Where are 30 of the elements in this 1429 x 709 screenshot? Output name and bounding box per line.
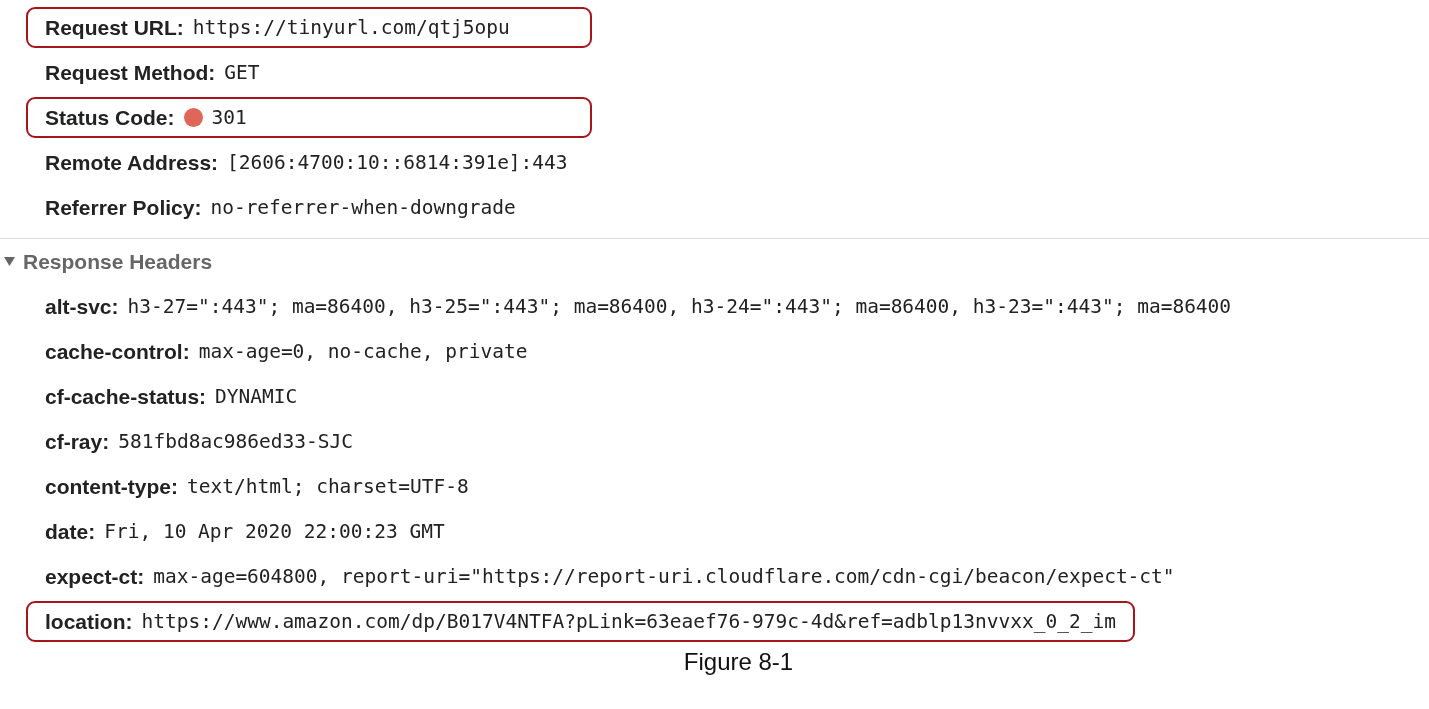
header-value: text/html; charset=UTF-8 [187, 475, 469, 498]
header-name: Remote Address: [45, 150, 219, 175]
header-value: 581fbd8ac986ed33-SJC [118, 430, 353, 453]
header-name: alt-svc: [45, 294, 119, 319]
header-name: cache-control: [45, 339, 190, 364]
header-name: date: [45, 519, 96, 544]
header-name: Referrer Policy: [45, 195, 202, 220]
header-name: expect-ct: [45, 564, 145, 589]
header-name: Request URL: [45, 15, 184, 40]
header-value: max-age=0, no-cache, private [198, 340, 528, 363]
header-value: GET [224, 61, 260, 84]
expand-triangle-icon [4, 257, 15, 266]
header-value: DYNAMIC [215, 385, 298, 408]
header-value: no-referrer-when-downgrade [210, 196, 516, 219]
header-name: location: [45, 609, 133, 634]
header-name: Status Code: [45, 105, 175, 130]
status-dot-icon [183, 108, 203, 127]
header-value: https://tinyurl.com/qtj5opu [192, 16, 510, 39]
header-value: https://www.amazon.com/dp/B017V4NTFA?pLink=63eaef76-979c-4d&ref=adblp13nvvxx_0_2_im [141, 610, 1116, 633]
header-value: Fri, 10 Apr 2020 22:00:23 GMT [104, 520, 445, 543]
header-name: content-type: [45, 474, 178, 499]
header-name: cf-cache-status: [45, 384, 207, 409]
header-value: max-age=604800, report-uri="https://report-uri.cloudflare.com/cdn-cgi/beacon/expect-ct" [153, 565, 1175, 588]
header-name: cf-ray: [45, 429, 110, 454]
figure-caption: Figure 8-1 [682, 648, 794, 676]
section-header[interactable]: Response Headers [0, 239, 213, 284]
header-value: 301 [211, 106, 247, 129]
header-value: [2606:4700:10::6814:391e]:443 [227, 151, 568, 174]
header-name: Request Method: [45, 60, 216, 85]
header-value: h3-27=":443"; ma=86400, h3-25=":443"; ma=86400, h3-24=":443"; ma=86400, h3-23=":443"; ma=86400 [127, 295, 1232, 318]
